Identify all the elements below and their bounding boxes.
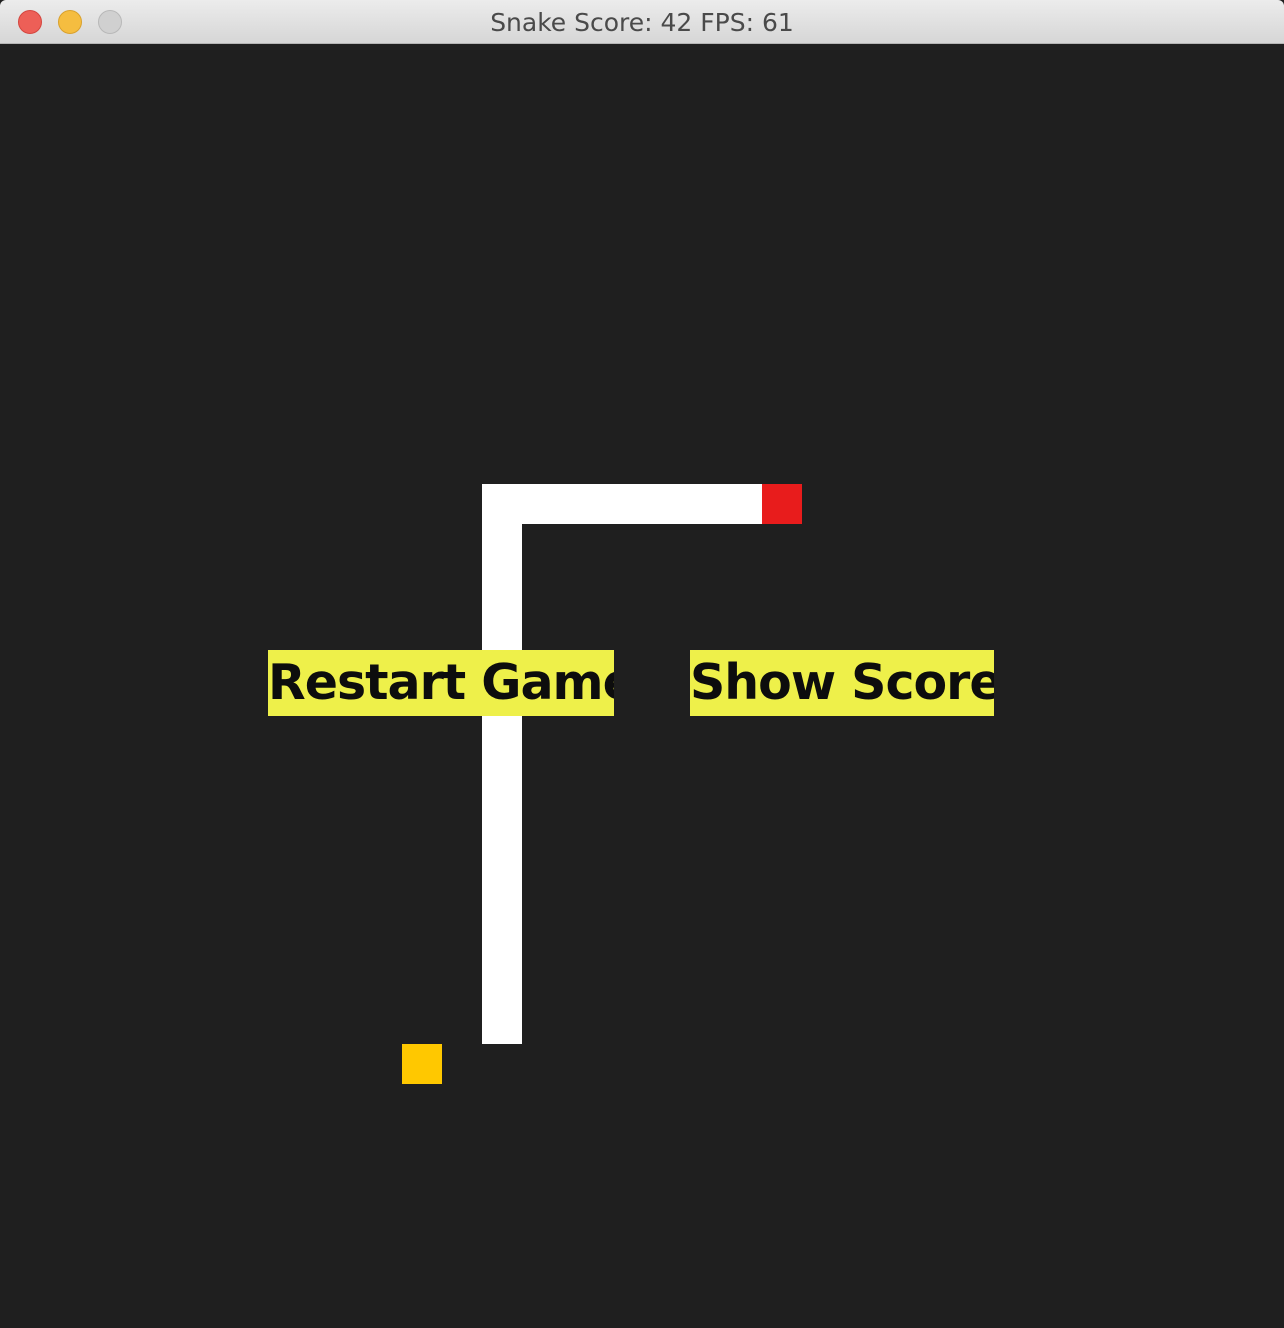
snake-head bbox=[762, 484, 802, 524]
restart-game-button[interactable]: Restart Game bbox=[268, 650, 614, 716]
game-window: Snake Score: 42 FPS: 61 Restart Game Sho… bbox=[0, 0, 1284, 1328]
snake-body-vertical bbox=[482, 484, 522, 1044]
food-pellet bbox=[402, 1044, 442, 1084]
title-bar: Snake Score: 42 FPS: 61 bbox=[0, 0, 1284, 44]
game-board[interactable]: Restart Game Show Score bbox=[2, 44, 1282, 1324]
snake-body-horizontal bbox=[482, 484, 762, 524]
show-score-button[interactable]: Show Score bbox=[690, 650, 994, 716]
window-title: Snake Score: 42 FPS: 61 bbox=[490, 8, 794, 37]
